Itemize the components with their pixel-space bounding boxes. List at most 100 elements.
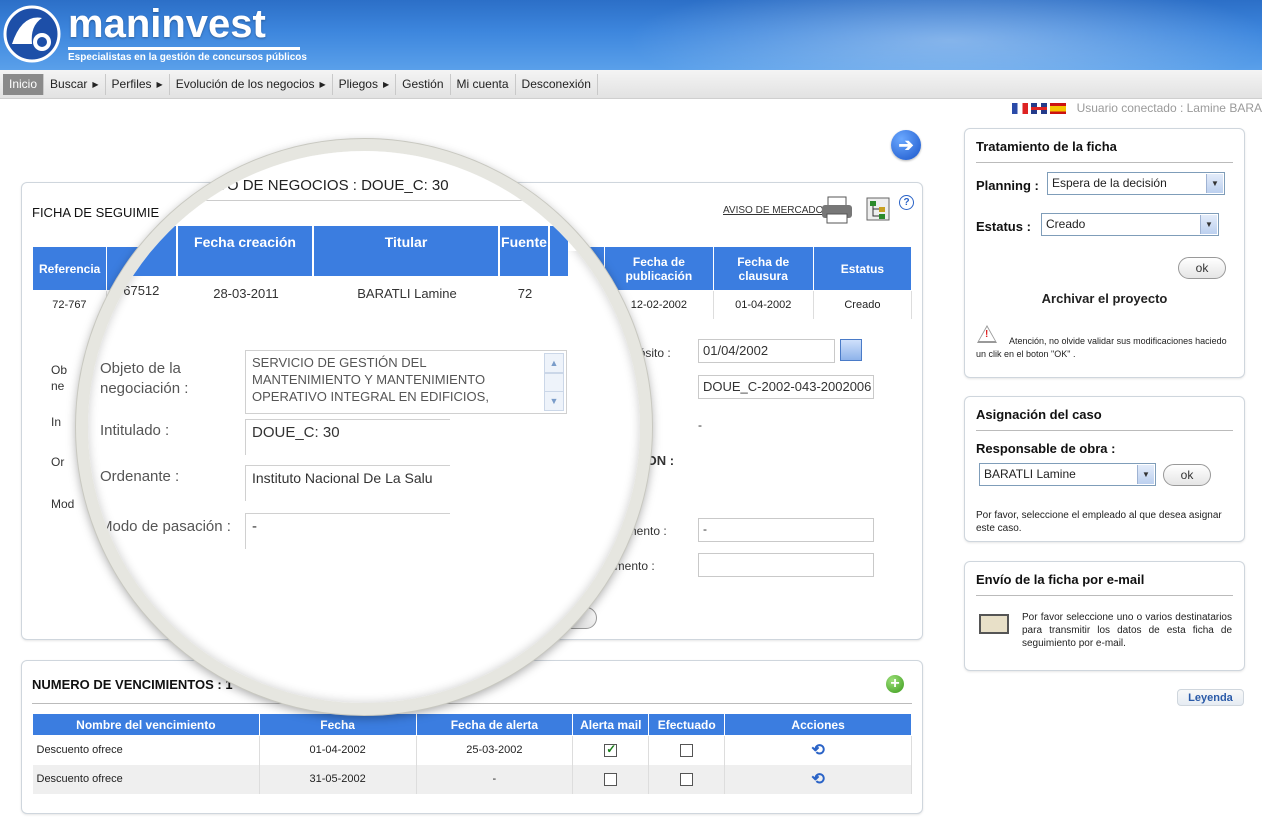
- nav-item-6[interactable]: Mi cuenta: [451, 73, 516, 95]
- divider: [976, 162, 1233, 163]
- planning-value: Espera de la decisión: [1052, 176, 1167, 190]
- magnifier-header-cell: cia: [88, 226, 178, 276]
- estatus-label: Estatus :: [976, 219, 1031, 234]
- envio-panel: Envío de la ficha por e-mail Por favor s…: [964, 561, 1245, 671]
- dash-value: -: [698, 418, 702, 432]
- scroll-down-icon[interactable]: ▼: [544, 391, 564, 411]
- nav-item-label: Evolución de los negocios: [175, 76, 315, 91]
- magnifier-header-cell: Fuente: [500, 226, 550, 276]
- ficha-cell: 01-04-2002: [713, 290, 814, 319]
- flag-fr-icon[interactable]: [1011, 102, 1028, 114]
- add-vencimiento-icon[interactable]: +: [886, 675, 904, 693]
- refresh-icon[interactable]: ⟲: [811, 771, 824, 788]
- vencimiento-cell: [648, 764, 726, 794]
- user-line: Usuario conectado : Lamine BARA: [1011, 101, 1262, 115]
- nav-item-label: Buscar: [50, 76, 88, 91]
- asignacion-title: Asignación del caso: [976, 407, 1102, 422]
- flag-uk-icon[interactable]: [1030, 102, 1047, 114]
- print-icon[interactable]: [820, 195, 854, 225]
- logo-icon[interactable]: [2, 4, 62, 64]
- refresh-icon[interactable]: ⟲: [811, 742, 824, 759]
- leyenda-button[interactable]: Leyenda: [1177, 689, 1244, 706]
- next-arrow-icon[interactable]: ➔: [891, 130, 921, 160]
- planning-select[interactable]: Espera de la decisión ▼: [1047, 172, 1225, 195]
- asignacion-ok-button[interactable]: ok: [1163, 464, 1211, 486]
- magnifier-title-fragment: TO DE NEGOCIOS : DOUE_C: 30: [218, 177, 449, 194]
- submenu-arrow-icon: ▶: [382, 79, 390, 89]
- vencimiento-cell: [572, 735, 650, 765]
- tree-icon[interactable]: [866, 197, 890, 221]
- asignacion-panel: Asignación del caso Responsable de obra …: [964, 396, 1245, 542]
- scroll-up-icon[interactable]: ▲: [544, 353, 564, 373]
- ordenante-label: Ordenante :: [100, 468, 180, 485]
- scroll-track[interactable]: [544, 373, 564, 393]
- magnifier-header-cell: Titular: [314, 226, 500, 276]
- vencimiento-header-cell: Acciones: [724, 713, 912, 736]
- chevron-down-icon: ▼: [1137, 465, 1154, 484]
- nav-item-3[interactable]: Evolución de los negocios ▶: [170, 73, 333, 95]
- nav-item-0[interactable]: Inicio: [3, 73, 45, 95]
- magnifier-header-cell: Fecha creación: [178, 226, 314, 276]
- objeto-scrollbar[interactable]: ▲ ▼: [544, 353, 564, 411]
- divider: [168, 200, 640, 201]
- help-icon[interactable]: ?: [899, 195, 914, 210]
- ordenante-input[interactable]: Instituto Nacional De La Salu: [245, 465, 450, 501]
- reference-input[interactable]: DOUE_C-2002-043-2002006: [698, 375, 874, 399]
- brand-name[interactable]: maninvest: [68, 2, 266, 47]
- address-book-icon[interactable]: [979, 614, 1009, 634]
- estatus-select[interactable]: Creado ▼: [1041, 213, 1219, 236]
- efectuado-checkbox[interactable]: [680, 743, 694, 757]
- objeto-value: SERVICIO DE GESTIÓN DEL MANTENIMIENTO Y …: [252, 355, 489, 404]
- nav-item-label: Gestión: [402, 76, 444, 91]
- magnifier-row-cell: BARATLI Lamine: [357, 286, 457, 301]
- vencimiento-header-cell: Efectuado: [648, 713, 726, 736]
- intitulado-label-fragment: In: [51, 415, 62, 429]
- efectuado-checkbox[interactable]: [680, 772, 694, 786]
- alerta-mail-checkbox[interactable]: [604, 772, 618, 786]
- ordenante-label-fragment: Or: [51, 455, 65, 469]
- tratamiento-title: Tratamiento de la ficha: [976, 139, 1117, 154]
- vencimiento-cell: [572, 764, 650, 794]
- deposito-date-input[interactable]: 01/04/2002: [698, 339, 835, 363]
- vencimiento-cell: [648, 735, 726, 765]
- ficha-cell: Creado: [813, 290, 913, 319]
- chevron-down-icon: ▼: [1206, 174, 1223, 193]
- nav-item-label: Pliegos: [338, 76, 378, 91]
- magnifier-row-cell: 28-03-2011: [213, 286, 279, 301]
- flag-es-icon[interactable]: [1049, 102, 1066, 114]
- objeto-label-fragment-2: ne: [51, 379, 65, 393]
- magnifier-row-cell: 72: [517, 286, 533, 301]
- vencimiento-header-cell: Fecha de alerta: [415, 713, 574, 736]
- nav-item-4[interactable]: Pliegos ▶: [333, 73, 397, 95]
- nav-item-7[interactable]: Desconexión: [516, 73, 598, 95]
- asignacion-hint: Por favor, seleccione el empleado al que…: [976, 510, 1222, 534]
- nav-item-label: Desconexión: [521, 76, 591, 91]
- nav-item-5[interactable]: Gestión: [396, 73, 451, 95]
- tratamiento-ok-button[interactable]: ok: [1178, 257, 1226, 279]
- alerta-mail-checkbox[interactable]: [604, 742, 618, 757]
- connected-user: Usuario conectado : Lamine BARA: [1076, 101, 1262, 115]
- table-row: Descuento ofrece01-04-200225-03-2002 ⟲: [32, 735, 912, 765]
- subdepartamento-input[interactable]: [698, 553, 874, 577]
- responsable-select[interactable]: BARATLI Lamine ▼: [979, 463, 1156, 486]
- aviso-mercado-link[interactable]: AVISO DE MERCADO: [723, 205, 823, 216]
- header-banner: maninvest Especialistas en la gestión de…: [0, 0, 1262, 70]
- archivar-link[interactable]: Archivar el proyecto: [965, 291, 1244, 306]
- departamento-input[interactable]: -: [698, 518, 874, 542]
- vencimiento-cell: ⟲: [724, 735, 912, 765]
- objeto-textarea[interactable]: SERVICIO DE GESTIÓN DEL MANTENIMIENTO Y …: [245, 350, 567, 414]
- nav-item-2[interactable]: Perfiles ▶: [106, 73, 170, 95]
- vencimiento-header-cell: Alerta mail: [572, 713, 650, 736]
- vencimiento-cell: 31-05-2002: [259, 764, 417, 794]
- nav-item-1[interactable]: Buscar ▶: [44, 73, 106, 95]
- estatus-value: Creado: [1046, 217, 1086, 231]
- intitulado-input[interactable]: DOUE_C: 30: [245, 419, 450, 455]
- magnifier-table-row: 767512 28-03-2011 BARATLI Lamine 72: [88, 276, 640, 316]
- modo-input[interactable]: -: [245, 513, 450, 549]
- table-row: Descuento ofrece 31-05-2002- ⟲: [32, 764, 912, 794]
- nav-item-label: Mi cuenta: [456, 76, 509, 91]
- tratamiento-warning: Atención, no olvide validar sus modifica…: [976, 336, 1227, 359]
- responsable-value: BARATLI Lamine: [984, 467, 1076, 481]
- vencimiento-cell: Descuento ofrece: [32, 764, 260, 794]
- calendar-icon[interactable]: [840, 339, 862, 361]
